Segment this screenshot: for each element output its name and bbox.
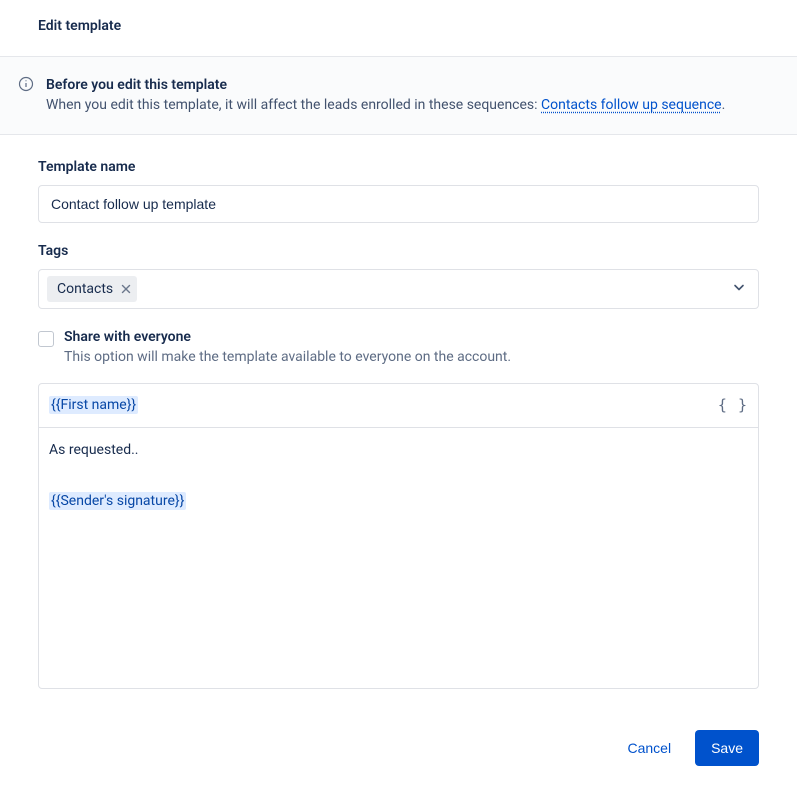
template-name-field: Template name: [38, 159, 759, 223]
chevron-down-icon: [732, 280, 746, 298]
info-banner: Before you edit this template When you e…: [0, 57, 797, 135]
tag-chip-label: Contacts: [57, 281, 113, 297]
template-name-label: Template name: [38, 159, 759, 175]
info-icon: [18, 76, 34, 92]
page-title: Edit template: [38, 18, 759, 34]
tag-remove-icon[interactable]: [121, 284, 131, 294]
template-name-input[interactable]: [38, 185, 759, 223]
tag-chip: Contacts: [47, 276, 137, 302]
modal-header: Edit template: [0, 0, 797, 52]
share-label: Share with everyone: [64, 329, 511, 345]
template-editor: {{First name}} { } As requested.. {{Send…: [38, 383, 759, 689]
share-field: Share with everyone This option will mak…: [38, 329, 759, 365]
info-heading: Before you edit this template: [46, 77, 227, 93]
share-checkbox[interactable]: [38, 331, 54, 347]
save-button[interactable]: Save: [695, 730, 759, 766]
tags-select[interactable]: Contacts: [38, 269, 759, 309]
body-text: As requested..: [49, 440, 748, 461]
tags-field: Tags Contacts: [38, 243, 759, 309]
tags-label: Tags: [38, 243, 759, 259]
share-help: This option will make the template avail…: [64, 349, 511, 365]
insert-token-button[interactable]: { }: [718, 396, 748, 414]
info-body-suffix: .: [722, 97, 726, 113]
cancel-button[interactable]: Cancel: [611, 730, 687, 766]
form-area: Template name Tags Contacts: [0, 135, 797, 700]
merge-token-signature[interactable]: {{Sender's signature}}: [49, 492, 186, 510]
info-text: Before you edit this template When you e…: [46, 75, 759, 116]
scroll-region[interactable]: Before you edit this template When you e…: [0, 56, 797, 700]
info-body-prefix: When you edit this template, it will aff…: [46, 97, 541, 113]
modal-footer: Cancel Save: [0, 700, 797, 795]
sequence-link[interactable]: Contacts follow up sequence: [541, 97, 722, 113]
body-editor[interactable]: As requested.. {{Sender's signature}}: [39, 428, 758, 688]
subject-input[interactable]: {{First name}} { }: [39, 384, 758, 428]
merge-token-firstname[interactable]: {{First name}}: [49, 396, 138, 414]
